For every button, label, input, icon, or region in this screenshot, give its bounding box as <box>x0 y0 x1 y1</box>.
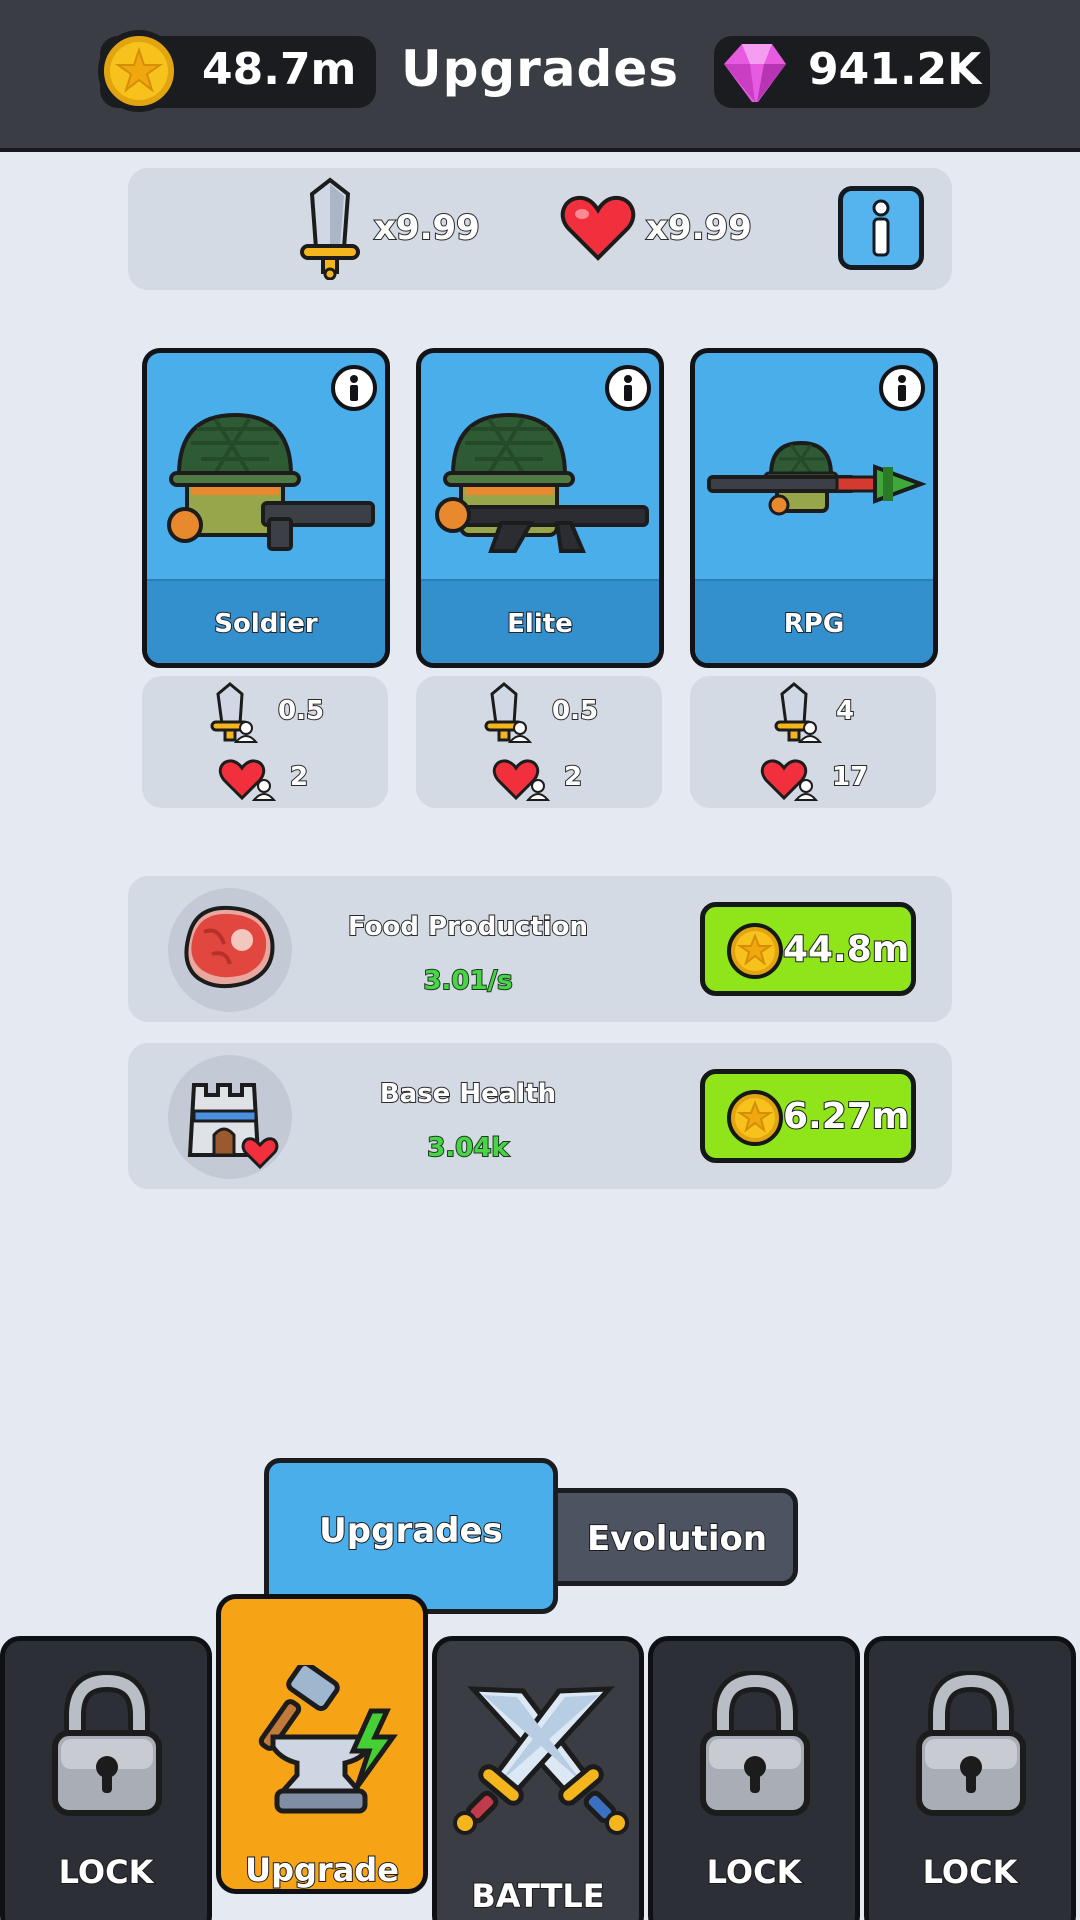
nav-lock-2[interactable]: LOCK <box>648 1636 860 1920</box>
unit-card-rpg[interactable]: RPG <box>690 348 938 668</box>
info-icon <box>872 199 890 257</box>
sword-icon <box>300 177 360 280</box>
meat-icon <box>184 905 275 989</box>
tab-upgrades[interactable]: Upgrades <box>264 1458 558 1614</box>
coin-icon <box>727 923 783 979</box>
nav-upgrade[interactable]: Upgrade <box>216 1594 428 1894</box>
upgrade-title: Food Production <box>347 911 589 943</box>
health-value: 17 <box>831 761 869 793</box>
unit-name: Soldier <box>213 608 318 640</box>
top-bar: 48.7m Upgrades 941.2K <box>0 0 1080 152</box>
unit-name: RPG <box>783 608 845 640</box>
upgrade-cost: 44.8m <box>782 928 910 971</box>
heart-per-unit-icon <box>760 759 818 801</box>
sword-per-unit-icon <box>774 682 822 743</box>
sword-per-unit-icon <box>484 682 532 743</box>
info-icon <box>898 375 906 401</box>
nav-label: Upgrade <box>244 1850 400 1890</box>
global-multiplier-panel <box>128 168 952 290</box>
health-value: 2 <box>289 761 309 793</box>
unit-stats-rpg: 4 17 <box>690 676 936 808</box>
nav-label: LOCK <box>58 1852 155 1892</box>
nav-battle[interactable]: BATTLE <box>432 1636 644 1920</box>
elite-unit-icon <box>435 412 649 553</box>
unit-card-elite[interactable]: Elite <box>416 348 664 668</box>
nav-lock-1[interactable]: LOCK <box>0 1636 212 1920</box>
health-multiplier: x9.99 <box>645 207 753 249</box>
unit-stats-elite: 0.5 2 <box>416 676 662 808</box>
attack-value: 0.5 <box>551 695 599 727</box>
coin-icon <box>98 30 180 112</box>
info-button[interactable] <box>605 365 651 411</box>
tab-upgrades-label: Upgrades <box>318 1510 504 1552</box>
nav-lock-3[interactable]: LOCK <box>864 1636 1076 1920</box>
anvil-hammer-icon <box>258 1665 398 1814</box>
info-icon <box>350 375 358 401</box>
gem-icon <box>712 30 798 116</box>
attack-value: 0.5 <box>277 695 325 727</box>
soldier-unit-icon <box>167 412 375 551</box>
upgrade-value: 3.04k <box>426 1132 509 1164</box>
upgrade-value: 3.01/s <box>422 965 513 997</box>
upgrade-row-base-health: Base Health 3.04k 6.27m <box>128 1043 952 1189</box>
info-button[interactable] <box>331 365 377 411</box>
food-icon-badge <box>168 888 292 1012</box>
buy-base-health-button[interactable]: 6.27m <box>700 1069 916 1163</box>
coin-icon <box>727 1090 783 1146</box>
attack-value: 4 <box>835 695 855 727</box>
page-title: Upgrades <box>400 40 680 98</box>
nav-label: LOCK <box>922 1852 1019 1892</box>
health-value: 2 <box>563 761 583 793</box>
unit-name: Elite <box>506 608 574 640</box>
unit-stats-soldier: 0.5 2 <box>142 676 388 808</box>
unit-card-soldier[interactable]: Soldier <box>142 348 390 668</box>
base-icon-badge <box>168 1055 292 1179</box>
nav-label: BATTLE <box>470 1876 605 1916</box>
tab-evolution[interactable]: Evolution <box>540 1488 798 1586</box>
padlock-icon <box>700 1671 810 1816</box>
nav-label: LOCK <box>706 1852 803 1892</box>
rpg-unit-icon <box>707 440 927 516</box>
info-button[interactable] <box>879 365 925 411</box>
coin-amount: 48.7m <box>202 44 357 95</box>
heart-per-unit-icon <box>492 759 550 801</box>
tab-evolution-label: Evolution <box>586 1518 768 1560</box>
padlock-icon <box>916 1671 1026 1816</box>
gem-amount: 941.2K <box>808 44 982 95</box>
heart-icon <box>560 195 636 261</box>
info-icon <box>624 375 632 401</box>
castle-icon <box>187 1083 279 1170</box>
upgrade-row-food-production: Food Production 3.01/s 44.8m <box>128 876 952 1022</box>
padlock-icon <box>52 1671 162 1816</box>
buy-food-production-button[interactable]: 44.8m <box>700 902 916 996</box>
sword-per-unit-icon <box>210 682 258 743</box>
crossed-swords-icon <box>453 1686 629 1835</box>
heart-per-unit-icon <box>218 759 276 801</box>
info-button[interactable] <box>838 186 924 270</box>
upgrade-title: Base Health <box>379 1078 557 1110</box>
upgrade-cost: 6.27m <box>782 1095 910 1138</box>
attack-multiplier: x9.99 <box>373 207 481 249</box>
